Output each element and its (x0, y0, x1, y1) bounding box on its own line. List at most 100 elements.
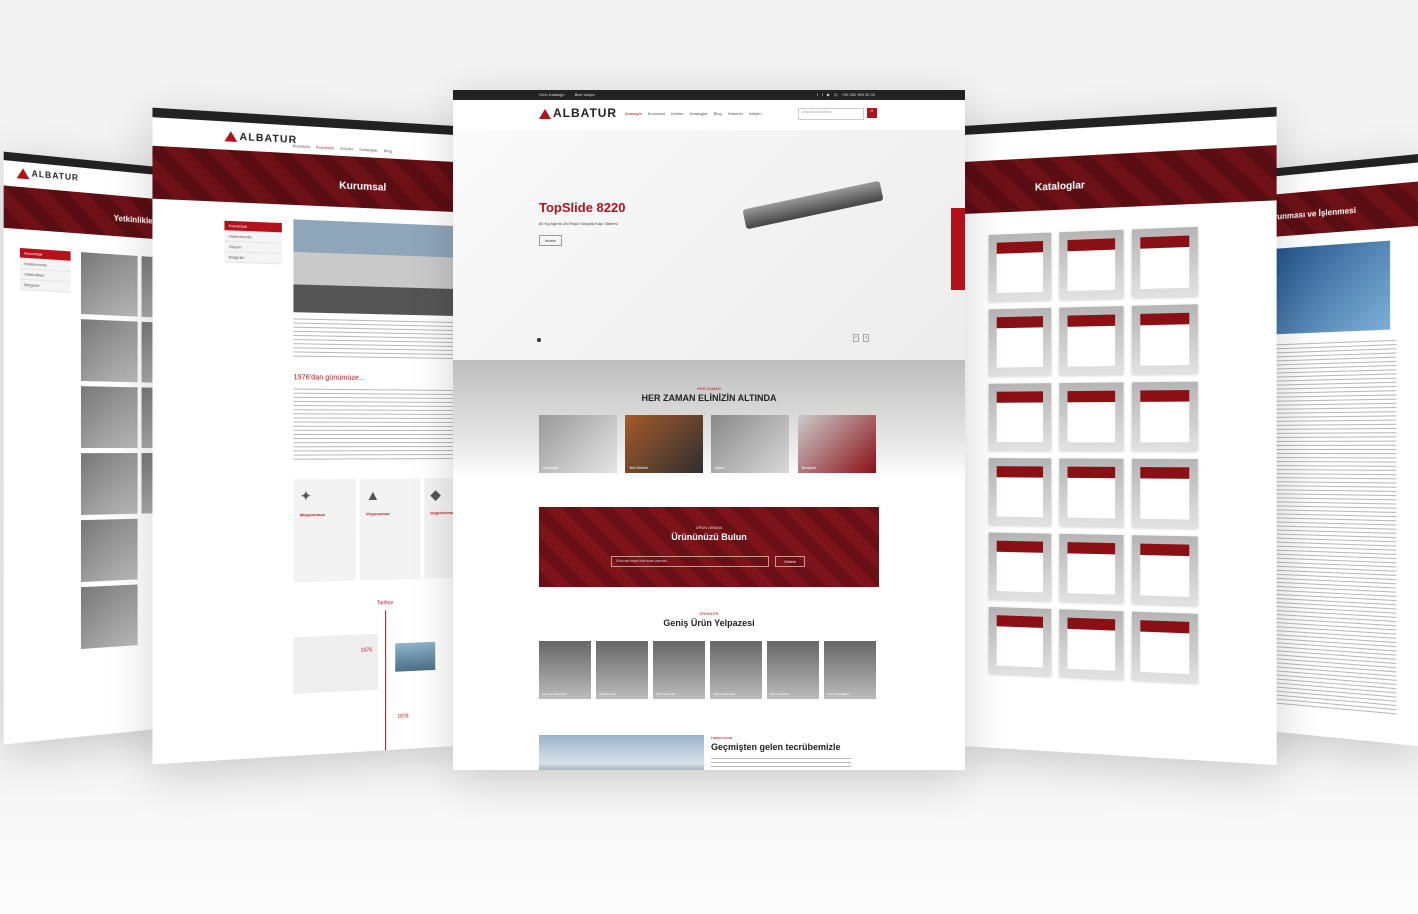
page-hero: Yetkinlikler (3, 185, 169, 240)
catalog-item[interactable] (988, 232, 1052, 302)
section-band (453, 360, 965, 480)
gallery-image[interactable] (80, 453, 138, 516)
nav-item[interactable]: Ürünler (671, 111, 684, 116)
timeline-card (293, 633, 379, 694)
catalog-item[interactable] (1131, 535, 1198, 606)
paragraph (293, 318, 455, 361)
gallery-image[interactable] (80, 252, 138, 317)
gallery-image[interactable] (80, 319, 138, 383)
nav-item[interactable]: Blog (384, 148, 392, 154)
section-kicker: HER ZAMAN (697, 386, 721, 391)
gallery-image[interactable] (80, 584, 138, 650)
catalog-item[interactable] (1059, 533, 1124, 604)
slide-title: TopSlide 8220 (539, 200, 626, 215)
side-menu-item[interactable]: Belgeler (19, 279, 71, 293)
phone-number[interactable]: +90 262 999 00 00 (842, 92, 875, 97)
contact-link[interactable]: Bize Ulaşın (575, 92, 595, 97)
page-title: Yetkinlikler (113, 213, 156, 227)
timeline-title: Tarihçe (377, 599, 394, 607)
catalog-item[interactable] (988, 307, 1052, 376)
twitter-icon[interactable]: t (822, 92, 823, 97)
nav-item[interactable]: Kurumsal (648, 111, 665, 116)
page-title: Kataloglar (1034, 180, 1085, 194)
yetkinlikler-page-mockup: ALBATUR Yetkinlikler Kurumsal Hakkımızda… (3, 151, 169, 745)
top-bar: Ürün Kataloğu Bize Ulaşın f t ▶ ◎ +90 26… (453, 90, 965, 100)
catalog-item[interactable] (988, 532, 1052, 601)
timeline-year: 1976 (360, 647, 373, 654)
search-icon[interactable]: ⌕ (867, 108, 877, 118)
feature-card: ✦ Misyonumuz (293, 478, 356, 583)
side-menu-item[interactable]: Belgeler (224, 252, 282, 265)
side-menu: Kurumsal Hakkımızda Vizyon Belgeler (224, 220, 282, 265)
catalog-item[interactable] (1131, 611, 1198, 683)
finder-input[interactable]: Ürün adı veya ürün kodu yazınız... (611, 556, 769, 567)
catalog-item[interactable] (988, 606, 1052, 677)
search-input[interactable]: Ürün Adı ile Arama (798, 108, 864, 120)
product-card[interactable]: Giyinme Sistemleri (539, 641, 591, 699)
slider-dot[interactable] (537, 338, 541, 342)
catalog-item[interactable] (1131, 226, 1198, 298)
feature-card: ▲ Vizyonumuz (359, 478, 421, 581)
catalog-item[interactable] (1131, 304, 1198, 375)
history-title: Geçmişten gelen tecrübemizle (711, 742, 841, 752)
factory-image (539, 735, 704, 770)
kurumsal-page-mockup: ALBATUR Anasayfa Kurumsal Ürünler Katalo… (152, 107, 455, 765)
nav-item[interactable]: Anasayfa (625, 111, 642, 116)
slide-subtitle: 80 Kg Ağırlık Üst Raylı Sürgülü Kapı Sis… (539, 221, 618, 226)
instagram-icon[interactable]: ◎ (834, 92, 838, 97)
feature-card: ◆ Değerlerimiz (424, 477, 455, 579)
catalog-item[interactable] (1059, 609, 1124, 680)
product-card[interactable]: Kapı Tutamakları (824, 641, 876, 699)
top-social: f t ▶ ◎ +90 262 999 00 00 (817, 92, 875, 97)
next-arrow-icon[interactable]: › (863, 334, 869, 342)
page-title: Kurumsal (339, 180, 387, 194)
nav-item[interactable]: Ürünler (340, 146, 353, 152)
catalog-item[interactable] (1059, 229, 1124, 300)
top-bar (1258, 154, 1418, 178)
side-menu: Kurumsal Hakkımızda Yetkinlikler Belgele… (19, 247, 71, 293)
paragraph (293, 388, 455, 461)
catalog-item[interactable] (1131, 381, 1198, 451)
timeline-line (385, 610, 387, 753)
main-nav: Anasayfa Kurumsal Ürünler Kataloglar Blo… (292, 143, 392, 154)
product-card[interactable]: Sürgülü Kapı (596, 641, 648, 699)
logo: ALBATUR (224, 131, 297, 146)
history-text (711, 758, 851, 770)
history-kicker: Hakkımızda (711, 735, 733, 740)
floating-toolbar[interactable] (951, 208, 965, 290)
gallery-image[interactable] (80, 518, 138, 583)
catalog-item[interactable] (1059, 382, 1124, 451)
product-card[interactable]: Izgara Sistemleri (710, 641, 762, 699)
feature-card[interactable]: Broşürler (798, 415, 876, 473)
finder-button[interactable]: Getirin (775, 556, 805, 567)
nav-item[interactable]: Kataloglar (359, 147, 377, 153)
page-hero: Kataloglar (963, 145, 1277, 214)
slide-button[interactable]: İncele (539, 235, 562, 246)
catalog-item[interactable] (1059, 458, 1124, 527)
nav-item[interactable]: Anasayfa (292, 143, 309, 149)
nav-item[interactable]: İletişim (749, 111, 761, 116)
feature-card[interactable]: Kataloglar (539, 415, 617, 473)
timeline-year: 1978 (397, 713, 409, 721)
gallery-image[interactable] (80, 386, 138, 448)
feature-card[interactable]: Dijital (711, 415, 789, 473)
nav-item[interactable]: Blog (714, 111, 722, 116)
youtube-icon[interactable]: ▶ (827, 92, 830, 97)
product-card[interactable]: Kiler Sistemleri (653, 641, 705, 699)
feature-card[interactable]: Yeni Ürünler (625, 415, 703, 473)
nav-item[interactable]: Kataloglar (690, 111, 708, 116)
logo[interactable]: ALBATUR (539, 106, 617, 120)
catalog-item[interactable] (1131, 458, 1198, 529)
nav-item[interactable]: Kurumsal (316, 144, 334, 150)
catalog-item[interactable] (988, 458, 1052, 526)
catalog-link[interactable]: Ürün Kataloğu (539, 92, 565, 97)
catalog-item[interactable] (1059, 306, 1124, 375)
nav-item[interactable]: Haberler (728, 111, 743, 116)
product-card[interactable]: Masa Ayakları (767, 641, 819, 699)
top-links: Ürün Kataloğu Bize Ulaşın (539, 92, 595, 97)
prev-arrow-icon[interactable]: ‹ (853, 334, 859, 342)
top-bar (963, 106, 1277, 135)
catalog-item[interactable] (988, 383, 1052, 451)
finder-title: Ürününüzü Bulun (671, 532, 747, 542)
facebook-icon[interactable]: f (817, 92, 818, 97)
